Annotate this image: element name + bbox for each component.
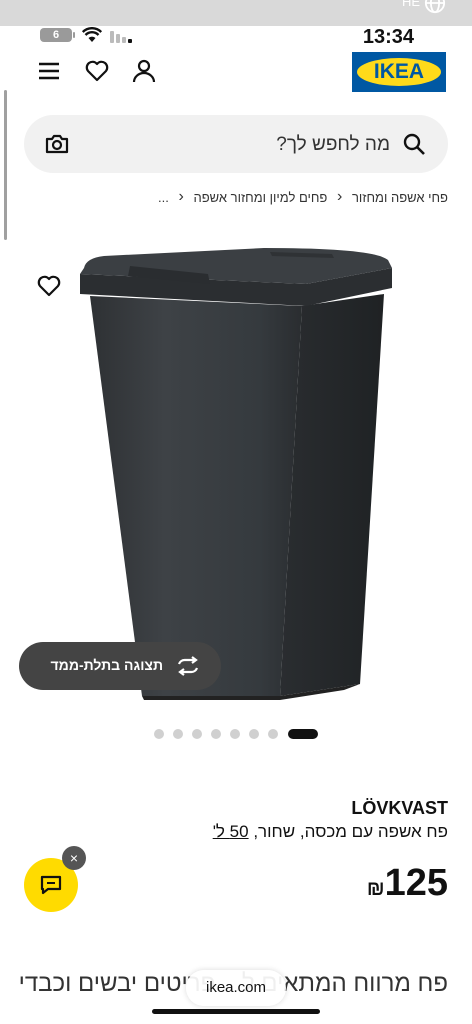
view-3d-button[interactable]: תצוגה בתלת-ממד bbox=[19, 642, 221, 690]
product-description: פח אשפה עם מכסה, שחור, 50 ל' bbox=[213, 822, 448, 842]
add-to-favorites-heart-icon[interactable] bbox=[36, 274, 62, 298]
ikea-logo[interactable]: IKEA bbox=[352, 52, 446, 92]
product-name: LÖVKVAST bbox=[351, 798, 448, 818]
breadcrumb: פחי אשפה ומחזור ‹ פחים למיון ומחזור אשפה… bbox=[18, 188, 448, 210]
language-label[interactable]: HE bbox=[402, 0, 420, 9]
close-chat-icon[interactable]: × bbox=[62, 846, 86, 870]
carousel-dot[interactable] bbox=[268, 729, 278, 739]
carousel-dots[interactable] bbox=[150, 728, 330, 740]
account-icon[interactable] bbox=[131, 58, 157, 84]
currency-symbol: ₪ bbox=[366, 878, 385, 900]
carousel-dot[interactable] bbox=[154, 729, 164, 739]
heart-icon[interactable] bbox=[84, 58, 110, 84]
status-bar: 6 13:34 bbox=[0, 26, 472, 48]
chevron-left-icon: ‹ bbox=[178, 188, 184, 205]
battery-indicator: 6 bbox=[40, 28, 75, 42]
product-description-text: פח אשפה עם מכסה, שחור, bbox=[253, 822, 448, 841]
menu-icon[interactable] bbox=[36, 58, 62, 84]
product-image[interactable] bbox=[74, 244, 398, 704]
product-size-link[interactable]: 50 ל' bbox=[213, 822, 249, 841]
camera-search-icon[interactable] bbox=[44, 132, 70, 156]
globe-icon[interactable] bbox=[424, 0, 446, 14]
search-bar[interactable] bbox=[24, 115, 448, 173]
breadcrumb-item[interactable]: פחים למיון ומחזור אשפה bbox=[193, 190, 327, 205]
chevron-left-icon: ‹ bbox=[337, 188, 343, 205]
logo-text: IKEA bbox=[373, 60, 425, 83]
carousel-dot[interactable] bbox=[249, 729, 259, 739]
clock: 13:34 bbox=[362, 26, 414, 48]
signal-icon bbox=[110, 31, 132, 43]
scroll-indicator bbox=[4, 90, 7, 240]
carousel-dot[interactable] bbox=[211, 729, 221, 739]
carousel-dot[interactable] bbox=[230, 729, 240, 739]
carousel-dot[interactable] bbox=[173, 729, 183, 739]
breadcrumb-item[interactable]: ... bbox=[158, 190, 169, 205]
search-input[interactable] bbox=[148, 129, 392, 161]
top-strip: HE bbox=[0, 0, 472, 26]
view-3d-label: תצוגה בתלת-ממד bbox=[50, 657, 164, 673]
site-header: IKEA bbox=[0, 50, 472, 96]
wifi-icon bbox=[82, 27, 102, 42]
breadcrumb-item[interactable]: פחי אשפה ומחזור bbox=[352, 190, 448, 205]
search-icon[interactable] bbox=[402, 132, 426, 156]
browser-url-bar[interactable]: ikea.com bbox=[186, 970, 286, 1006]
price-value: 125 bbox=[384, 862, 448, 904]
carousel-dot[interactable] bbox=[192, 729, 202, 739]
rotate-3d-icon bbox=[177, 656, 199, 676]
chat-icon bbox=[40, 875, 62, 895]
carousel-dot-active[interactable] bbox=[288, 729, 318, 739]
home-indicator[interactable] bbox=[152, 1009, 320, 1014]
product-price: ₪125 bbox=[365, 862, 448, 905]
